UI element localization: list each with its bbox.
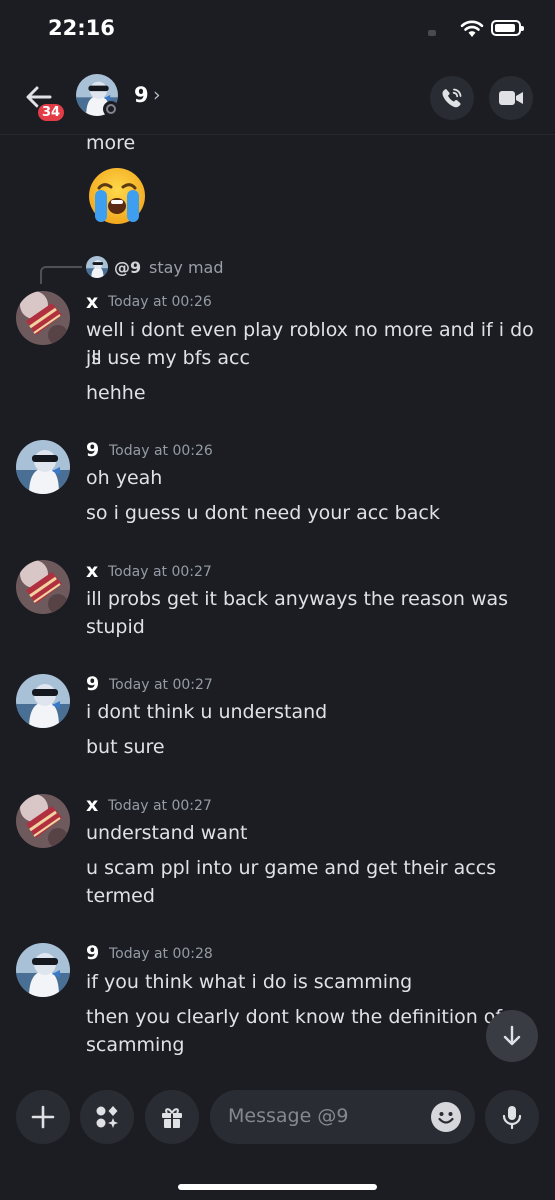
avatar-image: [16, 943, 70, 997]
status-indicator: [103, 101, 119, 117]
avatar[interactable]: [16, 674, 70, 728]
reply-connector: [40, 266, 82, 284]
video-call-button[interactable]: [489, 76, 533, 120]
chevron-right-icon[interactable]: ›: [153, 84, 161, 106]
gift-button[interactable]: [145, 1090, 199, 1144]
phone-icon: [442, 88, 462, 108]
message-text: u scam ppl into ur game and get their ac…: [86, 857, 497, 879]
avatar-image: [16, 440, 70, 494]
avatar-image: [16, 674, 70, 728]
message-text: i dont think u understand: [86, 701, 328, 723]
signal-icon: [428, 30, 436, 36]
message-text: then you clearly dont know the definitio…: [86, 1006, 503, 1028]
message-timestamp: Today at 00:27: [109, 677, 213, 693]
message-text: so i guess u dont need your acc back: [86, 502, 440, 524]
avatar-image: [16, 291, 70, 345]
message-author[interactable]: x: [86, 291, 98, 313]
message-author[interactable]: 9: [86, 439, 99, 461]
message-text: understand want: [86, 822, 248, 844]
message-timestamp: Today at 00:27: [108, 798, 212, 814]
message-text: stupid: [86, 616, 145, 638]
message-input[interactable]: Message @9: [210, 1090, 475, 1144]
message-composer: Message @9: [0, 1080, 555, 1200]
voice-message-button[interactable]: [485, 1090, 539, 1144]
video-icon: [499, 91, 523, 105]
message-text: ill probs get it back anyways the reason…: [86, 588, 509, 610]
message-timestamp: Today at 00:28: [109, 946, 213, 962]
message-timestamp: Today at 00:26: [108, 294, 212, 310]
avatar[interactable]: [16, 794, 70, 848]
message-text: hehhe: [86, 382, 146, 404]
add-attachment-button[interactable]: [16, 1090, 70, 1144]
unread-badge: 34: [36, 102, 67, 123]
battery-icon: [491, 20, 524, 36]
message-author[interactable]: x: [86, 560, 98, 582]
message-text: oh yeah: [86, 467, 163, 489]
message-text: scamming: [86, 1034, 185, 1056]
message-author[interactable]: 9: [86, 673, 99, 695]
apps-icon: [96, 1106, 118, 1128]
arrow-down-icon: [503, 1025, 521, 1046]
channel-name[interactable]: 9: [134, 83, 149, 107]
apps-button[interactable]: [80, 1090, 134, 1144]
message-text: js use my bfs acc: [86, 347, 250, 369]
reply-avatar: [86, 256, 108, 278]
message-timestamp: Today at 00:27: [108, 564, 212, 580]
message-author[interactable]: 9: [86, 942, 99, 964]
avatar[interactable]: [16, 560, 70, 614]
avatar-image: [16, 560, 70, 614]
message-author[interactable]: x: [86, 794, 98, 816]
jump-to-bottom-button[interactable]: [486, 1010, 538, 1062]
emoji-icon[interactable]: [431, 1102, 461, 1132]
message-timestamp: Today at 00:26: [109, 443, 213, 459]
reply-mention[interactable]: @9: [114, 258, 141, 277]
message-text: termed: [86, 885, 155, 907]
message-text: more: [86, 132, 136, 154]
message-text: if you think what i do is scamming: [86, 971, 413, 993]
wifi-icon: [460, 20, 484, 37]
loudly-crying-emoji: [89, 168, 145, 224]
status-time: 22:16: [48, 16, 115, 40]
message-input-placeholder: Message @9: [228, 1105, 349, 1127]
gift-icon: [162, 1108, 182, 1128]
voice-call-button[interactable]: [430, 76, 474, 120]
status-bar: 22:16: [0, 0, 555, 60]
avatar-image: [16, 794, 70, 848]
reply-preview-text[interactable]: stay mad: [149, 258, 224, 277]
chat-header: 34 9 ›: [0, 64, 555, 135]
plus-icon: [31, 1105, 55, 1129]
avatar[interactable]: [16, 943, 70, 997]
microphone-icon: [502, 1106, 522, 1130]
home-indicator[interactable]: [178, 1184, 377, 1190]
avatar[interactable]: [16, 291, 70, 345]
message-text: but sure: [86, 736, 165, 758]
avatar[interactable]: [16, 440, 70, 494]
